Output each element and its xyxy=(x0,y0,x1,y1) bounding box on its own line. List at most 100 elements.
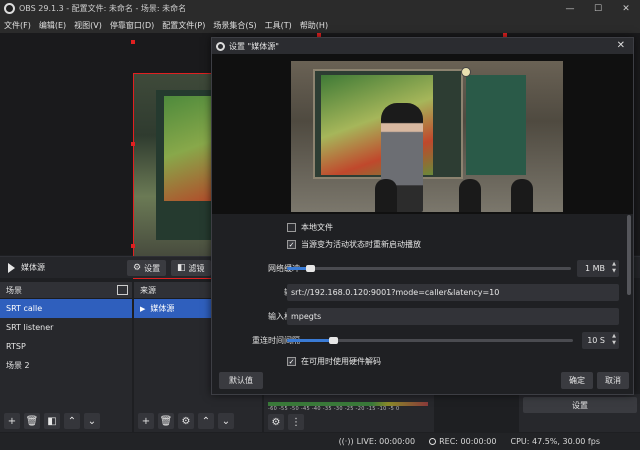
menu-profile[interactable]: 配置文件(P) xyxy=(162,20,205,31)
source-filters-button[interactable]: ◧ 滤镜 xyxy=(171,260,211,276)
defaults-button[interactable]: 默认值 xyxy=(219,372,263,389)
network-buffer-slider[interactable] xyxy=(287,264,571,272)
record-icon xyxy=(429,438,437,445)
local-file-checkbox-row[interactable]: 本地文件 xyxy=(287,222,333,233)
audio-mixer: -60 -55 -50 -45 -40 -35 -30 -25 -20 -15 … xyxy=(264,394,434,432)
restart-checkbox-row[interactable]: ✓ 当源变为活动状态时重新启动播放 xyxy=(287,239,421,250)
broadcast-icon: ((·)) xyxy=(338,437,354,446)
scene-item[interactable]: SRT listener xyxy=(0,318,132,337)
scenes-dock: 场景 SRT calle SRT listener RTSP 场景 2 + 🗑 … xyxy=(0,282,132,432)
menu-tools[interactable]: 工具(T) xyxy=(265,20,292,31)
menu-docks[interactable]: 停靠窗口(D) xyxy=(110,20,154,31)
spin-arrows-icon[interactable]: ▲ ▼ xyxy=(612,261,616,275)
menu-scene-collection[interactable]: 场景集合(S) xyxy=(213,20,256,31)
scene-item[interactable]: SRT calle xyxy=(0,299,132,318)
restart-checkbox[interactable]: ✓ xyxy=(287,240,296,249)
meter-scale: -60 -55 -50 -45 -40 -35 -30 -25 -20 -15 … xyxy=(268,406,400,412)
scenes-header: 场景 xyxy=(0,282,132,299)
scenes-title: 场景 xyxy=(6,285,22,295)
sources-toolbar: + 🗑 ⚙ ⌃ ⌄ xyxy=(134,410,262,432)
reconnect-value: 10 S xyxy=(587,335,605,345)
dock-undock-icon[interactable] xyxy=(117,285,128,295)
local-file-label: 本地文件 xyxy=(301,223,333,232)
rec-status: REC: 00:00:00 xyxy=(429,437,496,446)
gear-icon: ⚙ xyxy=(133,263,142,273)
play-icon[interactable] xyxy=(8,262,15,273)
scene-item[interactable]: 场景 2 xyxy=(0,356,132,375)
spin-arrows-icon[interactable]: ▲ ▼ xyxy=(612,333,616,347)
resize-handle-ml[interactable] xyxy=(131,142,135,146)
move-down-icon[interactable]: ⌄ xyxy=(84,413,100,429)
sources-title: 来源 xyxy=(140,285,156,295)
menu-file[interactable]: 文件(F) xyxy=(4,20,31,31)
menu-view[interactable]: 视图(V) xyxy=(74,20,102,31)
menu-edit[interactable]: 编辑(E) xyxy=(39,20,66,31)
ok-button[interactable]: 确定 xyxy=(561,372,593,389)
minimize-button[interactable]: — xyxy=(556,0,584,17)
play-icon: ▶ xyxy=(140,304,146,313)
add-scene-button[interactable]: + xyxy=(4,413,20,429)
filter-icon: ◧ xyxy=(177,263,186,273)
close-button[interactable]: ✕ xyxy=(612,0,640,17)
classroom-video-frame xyxy=(291,61,563,212)
input-format-field[interactable]: mpegts xyxy=(287,307,619,325)
add-source-button[interactable]: + xyxy=(138,413,154,429)
reconnect-slider-handle[interactable] xyxy=(328,336,338,344)
input-format-row: 输入格式 mpegts xyxy=(212,306,633,326)
gear-icon[interactable]: ⚙ xyxy=(268,414,284,430)
preview-source-image[interactable] xyxy=(133,73,217,279)
current-source-name: 媒体源 xyxy=(21,263,45,272)
local-file-checkbox[interactable] xyxy=(287,223,296,232)
network-buffer-row: 网络缓冲 1 MB ▲ ▼ xyxy=(212,258,633,278)
reconnect-row: 重连时间间隔 10 S ▲ ▼ xyxy=(212,330,633,350)
more-menu-icon[interactable]: ⋮ xyxy=(288,414,304,430)
wall-clock xyxy=(461,67,471,77)
network-buffer-spinbox[interactable]: 1 MB ▲ ▼ xyxy=(577,259,619,277)
network-buffer-value: 1 MB xyxy=(584,263,605,273)
resize-handle-tl[interactable] xyxy=(131,40,135,44)
scenes-toolbar: + 🗑 ◧ ⌃ ⌄ xyxy=(0,410,132,432)
rec-time: REC: 00:00:00 xyxy=(439,437,497,446)
dialog-close-button[interactable]: ✕ xyxy=(617,40,625,51)
classroom-side-board xyxy=(466,75,526,175)
obs-logo-icon xyxy=(4,3,15,14)
student-figure xyxy=(375,179,397,212)
gear-icon[interactable]: ⚙ xyxy=(178,413,194,429)
move-up-icon[interactable]: ⌃ xyxy=(64,413,80,429)
hw-decode-checkbox[interactable]: ✓ xyxy=(287,357,296,366)
student-figure xyxy=(459,179,481,212)
input-row: 输入 srt://192.168.0.120:9001?mode=caller&… xyxy=(212,282,633,302)
preview-projection xyxy=(164,96,216,201)
resize-handle-bl[interactable] xyxy=(131,244,135,248)
reconnect-spinbox[interactable]: 10 S ▲ ▼ xyxy=(582,331,619,349)
media-source-settings-dialog: 设置 "媒体源" ✕ 本地文件 ✓ 当源变为活动状态时重新启动播放 网络缓冲 1… xyxy=(211,37,634,395)
trash-icon[interactable]: 🗑 xyxy=(158,413,174,429)
dialog-form: 本地文件 ✓ 当源变为活动状态时重新启动播放 网络缓冲 1 MB ▲▼ 输入 s… xyxy=(212,214,633,394)
network-buffer-slider-handle[interactable] xyxy=(305,264,315,272)
dialog-scrollbar[interactable] xyxy=(627,215,631,295)
dialog-preview xyxy=(212,54,633,214)
dialog-title: 设置 "媒体源" xyxy=(229,41,279,51)
trash-icon[interactable]: 🗑 xyxy=(24,413,40,429)
filter-icon[interactable]: ◧ xyxy=(44,413,60,429)
obs-logo-icon xyxy=(216,41,225,51)
cancel-button[interactable]: 取消 xyxy=(597,372,629,389)
window-controls: — ☐ ✕ xyxy=(556,0,640,17)
move-down-icon[interactable]: ⌄ xyxy=(218,413,234,429)
menu-bar: 文件(F) 编辑(E) 视图(V) 停靠窗口(D) 配置文件(P) 场景集合(S… xyxy=(0,17,640,33)
scene-item[interactable]: RTSP xyxy=(0,337,132,356)
source-settings-label: 设置 xyxy=(144,263,161,273)
student-figure xyxy=(511,179,533,212)
title-bar: OBS 29.1.3 - 配置文件: 未命名 - 场景: 未命名 — ☐ ✕ xyxy=(0,0,640,17)
move-up-icon[interactable]: ⌃ xyxy=(198,413,214,429)
reconnect-slider-fill xyxy=(287,338,333,342)
maximize-button[interactable]: ☐ xyxy=(584,0,612,17)
settings-button[interactable]: 设置 xyxy=(523,397,637,413)
window-title: OBS 29.1.3 - 配置文件: 未命名 - 场景: 未命名 xyxy=(19,4,187,13)
input-url-field[interactable]: srt://192.168.0.120:9001?mode=caller&lat… xyxy=(287,283,619,301)
menu-help[interactable]: 帮助(H) xyxy=(300,20,328,31)
hw-decode-checkbox-row[interactable]: ✓ 在可用时使用硬件解码 xyxy=(287,356,381,367)
source-settings-button[interactable]: ⚙ 设置 xyxy=(127,260,167,276)
dialog-title-bar: 设置 "媒体源" ✕ xyxy=(212,38,633,54)
reconnect-slider[interactable] xyxy=(287,336,573,344)
